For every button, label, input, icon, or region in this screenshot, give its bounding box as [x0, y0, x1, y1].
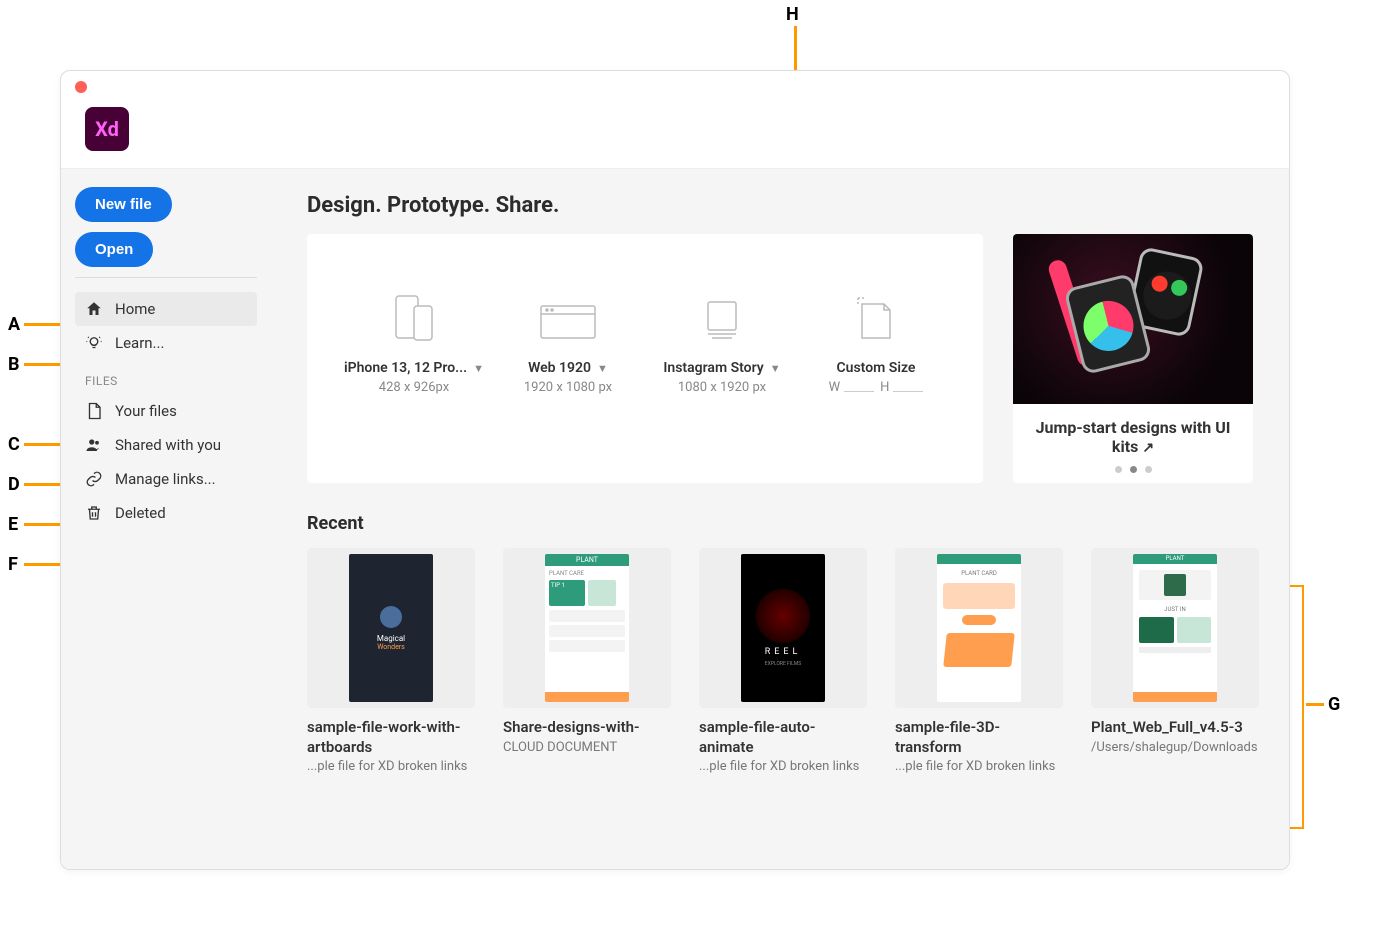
phone-icon [384, 288, 444, 342]
carousel-dots[interactable] [1013, 466, 1253, 483]
preset-iphone[interactable]: iPhone 13, 12 Pro... ▼ 428 x 926px [344, 288, 484, 447]
callout-e: E [8, 514, 18, 535]
recent-item[interactable]: PLANT CARD sample-file-3D-transform ...p… [895, 548, 1063, 774]
recent-name: Share-designs-with- [503, 718, 671, 738]
sidebar-item-label: Learn... [115, 334, 164, 352]
sidebar-item-shared[interactable]: Shared with you [75, 428, 257, 462]
sidebar: New file Open Home Learn... FILES Your f… [61, 169, 271, 869]
carousel-dot[interactable] [1130, 466, 1137, 473]
preset-dims: 428 x 926px [379, 380, 449, 395]
hero-row: iPhone 13, 12 Pro... ▼ 428 x 926px Web 1… [307, 234, 1253, 483]
preset-web[interactable]: Web 1920 ▼ 1920 x 1080 px [498, 288, 638, 447]
files-section-label: FILES [75, 360, 257, 394]
hero-title: Design. Prototype. Share. [307, 193, 1253, 218]
recent-title: Recent [307, 513, 1253, 534]
thumbnail: PLANT CARD [895, 548, 1063, 708]
callout-b: B [8, 354, 20, 375]
width-label: W [829, 380, 841, 395]
sidebar-item-your-files[interactable]: Your files [75, 394, 257, 428]
recent-grid: Magical Wonders sample-file-work-with-ar… [307, 548, 1253, 774]
thumbnail: PLANT JUST IN [1091, 548, 1259, 708]
recent-sub: CLOUD DOCUMENT [503, 740, 671, 755]
recent-sub: ...ple file for XD broken links [699, 759, 867, 774]
callout-c: C [8, 434, 20, 455]
callout-f: F [8, 554, 18, 575]
preset-dims: 1080 x 1920 px [678, 380, 766, 395]
callout-h: H [786, 4, 799, 25]
story-icon [692, 288, 752, 342]
title-bar [61, 71, 1289, 99]
preset-dims: 1920 x 1080 px [524, 380, 612, 395]
callout-line [1306, 703, 1324, 706]
sidebar-item-label: Your files [115, 402, 177, 420]
xd-logo: Xd [85, 107, 129, 151]
carousel-dot[interactable] [1115, 466, 1122, 473]
custom-size-icon [846, 288, 906, 342]
callout-g: G [1328, 694, 1340, 715]
height-input[interactable] [893, 391, 923, 392]
trash-icon [85, 504, 103, 522]
body: New file Open Home Learn... FILES Your f… [61, 169, 1289, 869]
thumbnail: PLANT PLANT CARE TIP 1 [503, 548, 671, 708]
width-input[interactable] [844, 391, 874, 392]
recent-name: sample-file-work-with-artboards [307, 718, 475, 757]
recent-name: sample-file-auto-animate [699, 718, 867, 757]
presets-card: iPhone 13, 12 Pro... ▼ 428 x 926px Web 1… [307, 234, 983, 483]
sidebar-item-label: Shared with you [115, 436, 221, 454]
divider [75, 277, 257, 278]
height-label: H [880, 380, 889, 395]
callout-d: D [8, 474, 20, 495]
sidebar-item-label: Deleted [115, 504, 166, 522]
header: Xd [61, 99, 1289, 169]
people-icon [85, 436, 103, 454]
chevron-down-icon[interactable]: ▼ [770, 362, 781, 375]
preset-label: iPhone 13, 12 Pro... [344, 360, 467, 376]
sidebar-item-deleted[interactable]: Deleted [75, 496, 257, 530]
promo-card[interactable]: Jump-start designs with UI kits ↗ [1013, 234, 1253, 483]
recent-name: sample-file-3D-transform [895, 718, 1063, 757]
app-window: Xd New file Open Home Learn... FILES You… [60, 70, 1290, 870]
recent-item[interactable]: PLANT JUST IN [1091, 548, 1259, 774]
promo-image [1013, 234, 1253, 404]
file-icon [85, 402, 103, 420]
home-icon [85, 300, 103, 318]
recent-item[interactable]: REEL EXPLORE FILMS sample-file-auto-anim… [699, 548, 867, 774]
sidebar-item-label: Manage links... [115, 470, 216, 488]
recent-sub: ...ple file for XD broken links [895, 759, 1063, 774]
sidebar-item-learn[interactable]: Learn... [75, 326, 257, 360]
recent-sub: ...ple file for XD broken links [307, 759, 475, 774]
new-file-button[interactable]: New file [75, 187, 172, 222]
recent-item[interactable]: PLANT PLANT CARE TIP 1 [503, 548, 671, 774]
chevron-down-icon[interactable]: ▼ [473, 362, 484, 375]
callout-a: A [8, 314, 20, 335]
thumbnail: Magical Wonders [307, 548, 475, 708]
recent-sub: /Users/shalegup/Downloads [1091, 740, 1259, 755]
sidebar-item-home[interactable]: Home [75, 292, 257, 326]
recent-name: Plant_Web_Full_v4.5-3 [1091, 718, 1259, 738]
preset-label: Custom Size [837, 360, 916, 376]
preset-custom[interactable]: Custom Size W H [806, 288, 946, 447]
main: Design. Prototype. Share. iPhone 13, 12 … [271, 169, 1289, 869]
recent-item[interactable]: Magical Wonders sample-file-work-with-ar… [307, 548, 475, 774]
browser-icon [538, 288, 598, 342]
sidebar-item-label: Home [115, 300, 155, 318]
preset-label: Instagram Story [663, 360, 763, 376]
external-link-icon: ↗ [1142, 440, 1154, 456]
preset-instagram[interactable]: Instagram Story ▼ 1080 x 1920 px [652, 288, 792, 447]
close-window-button[interactable] [75, 81, 87, 93]
sidebar-item-manage-links[interactable]: Manage links... [75, 462, 257, 496]
preset-label: Web 1920 [528, 360, 591, 376]
lightbulb-icon [85, 334, 103, 352]
carousel-dot[interactable] [1145, 466, 1152, 473]
chevron-down-icon[interactable]: ▼ [597, 362, 608, 375]
link-icon [85, 470, 103, 488]
open-button[interactable]: Open [75, 232, 153, 267]
thumbnail: REEL EXPLORE FILMS [699, 548, 867, 708]
promo-title: Jump-start designs with UI kits ↗ [1013, 404, 1253, 466]
